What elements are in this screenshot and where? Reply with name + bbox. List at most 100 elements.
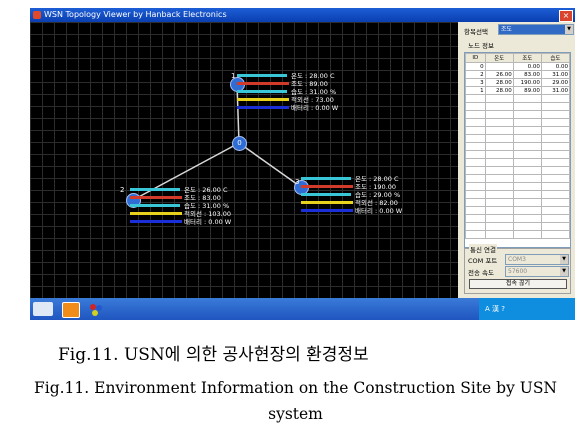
empty-table-row	[465, 134, 570, 143]
table-cell	[512, 230, 542, 239]
com-port-value: COM3	[508, 256, 526, 263]
system-tray[interactable]: A 漢 ?	[479, 298, 575, 320]
empty-table-row	[465, 158, 570, 167]
right-panel: 항목선택 조도 ▼ 노드 정보 ID 온도 조도 습도 0 0.00 0.00 2 26…	[458, 22, 575, 298]
table-cell	[512, 198, 542, 207]
node-2-label: 2	[120, 186, 125, 194]
table-cell	[484, 126, 514, 135]
table-cell	[512, 110, 542, 119]
node-3-label: 3	[295, 178, 300, 186]
item-select-label: 항목선택	[464, 28, 488, 36]
empty-table-row	[465, 110, 570, 119]
chevron-down-icon[interactable]: ▼	[565, 25, 573, 34]
empty-table-row	[465, 102, 570, 111]
table-cell	[540, 158, 570, 167]
network-app-icon[interactable]	[88, 302, 104, 316]
table-cell	[484, 174, 514, 183]
node-info-label: 노드 정보	[468, 42, 494, 50]
baud-select[interactable]: 57600 ▼	[505, 266, 569, 277]
table-cell	[540, 182, 570, 191]
table-cell	[465, 158, 486, 167]
table-cell	[484, 158, 514, 167]
table-body: 0 0.00 0.00 2 26.00 83.00 31.00 3 28.00 190.00 29.…	[465, 62, 570, 239]
table-cell	[540, 110, 570, 119]
table-cell	[484, 166, 514, 175]
node-info-table: ID 온도 조도 습도 0 0.00 0.00 2 26.00 83.00 31.00 3 28…	[464, 52, 571, 248]
link-0-3	[238, 142, 302, 188]
table-header-row: ID 온도 조도 습도	[465, 53, 570, 63]
empty-table-row	[465, 126, 570, 135]
infrared-bar	[130, 212, 182, 215]
table-cell	[465, 214, 486, 223]
light-reading: 조도 : 190.00	[355, 183, 397, 191]
infrared-bar	[301, 201, 353, 204]
item-select[interactable]: 조도 ▼	[498, 24, 574, 35]
caption-english: Fig.11. Environment Information on the C…	[34, 379, 557, 423]
disconnect-button[interactable]: 접속 끊기	[469, 279, 567, 289]
table-cell: 0	[465, 62, 486, 71]
table-cell: 31.00	[540, 70, 570, 79]
table-cell	[512, 182, 542, 191]
humidity-bar	[301, 193, 351, 196]
empty-table-row	[465, 166, 570, 175]
temp-reading: 온도 : 28.00 C	[291, 72, 335, 80]
table-row[interactable]: 1 28.00 89.00 31.00	[465, 86, 570, 95]
table-cell	[540, 230, 570, 239]
close-button[interactable]: ×	[559, 10, 573, 22]
item-select-value: 조도	[501, 26, 513, 33]
window-title: WSN Topology Viewer by Hanback Electroni…	[44, 10, 227, 19]
chevron-down-icon[interactable]: ▼	[560, 255, 568, 264]
temp-bar	[130, 188, 180, 191]
humidity-reading: 습도 : 29.00 %	[355, 191, 401, 199]
empty-table-row	[465, 190, 570, 199]
screenshot: WSN Topology Viewer by Hanback Electroni…	[30, 8, 575, 320]
table-cell	[465, 150, 486, 159]
table-cell	[512, 166, 542, 175]
table-cell	[540, 206, 570, 215]
table-cell	[465, 198, 486, 207]
media-player-icon[interactable]	[62, 302, 80, 318]
comm-group: 통신 연결 COM 포트 COM3 ▼ 전송 속도 57600 ▼ 접속 끊기	[464, 244, 571, 294]
link-layer	[132, 83, 302, 201]
table-cell	[465, 230, 486, 239]
table-cell: 3	[465, 78, 486, 87]
table-cell	[540, 134, 570, 143]
taskbar: A 漢 ?	[30, 298, 575, 320]
table-cell	[512, 174, 542, 183]
light-bar	[237, 82, 289, 85]
com-port-select[interactable]: COM3 ▼	[505, 254, 569, 265]
table-row[interactable]: 2 26.00 83.00 31.00	[465, 70, 570, 79]
table-cell	[540, 126, 570, 135]
folder-icon[interactable]	[33, 302, 53, 316]
table-cell: 31.00	[540, 86, 570, 95]
table-cell: 0.00	[512, 62, 542, 71]
humidity-reading: 습도 : 31.00 %	[291, 88, 337, 96]
table-cell	[484, 206, 514, 215]
empty-table-row	[465, 230, 570, 239]
table-cell	[484, 142, 514, 151]
empty-table-row	[465, 94, 570, 103]
temp-reading: 온도 : 28.00 C	[355, 175, 399, 183]
table-cell	[465, 206, 486, 215]
battery-reading: 배터리 : 0.00 W	[291, 104, 339, 112]
table-row[interactable]: 0 0.00 0.00	[465, 62, 570, 71]
column-header: 온도	[484, 53, 514, 63]
empty-table-row	[465, 182, 570, 191]
topology-canvas[interactable]: 0 1 온도 : 28.00 C 조도 : 89.00 습도 : 31.00 %…	[30, 22, 458, 320]
table-cell	[484, 198, 514, 207]
caption-korean: Fig.11. USN에 의한 공사현장의 환경정보	[58, 345, 369, 365]
com-port-label: COM 포트	[468, 257, 498, 265]
table-cell	[484, 230, 514, 239]
node-0[interactable]: 0	[232, 136, 247, 151]
light-bar	[301, 185, 353, 188]
tray-text: A 漢 ?	[485, 305, 505, 313]
chevron-down-icon[interactable]: ▼	[560, 267, 568, 276]
table-cell: 28.00	[484, 86, 514, 95]
battery-bar	[301, 209, 353, 212]
humidity-bar	[130, 204, 180, 207]
table-cell	[540, 166, 570, 175]
humidity-reading: 습도 : 31.00 %	[184, 202, 230, 210]
table-row[interactable]: 3 28.00 190.00 29.00	[465, 78, 570, 87]
table-cell	[540, 142, 570, 151]
empty-table-row	[465, 206, 570, 215]
